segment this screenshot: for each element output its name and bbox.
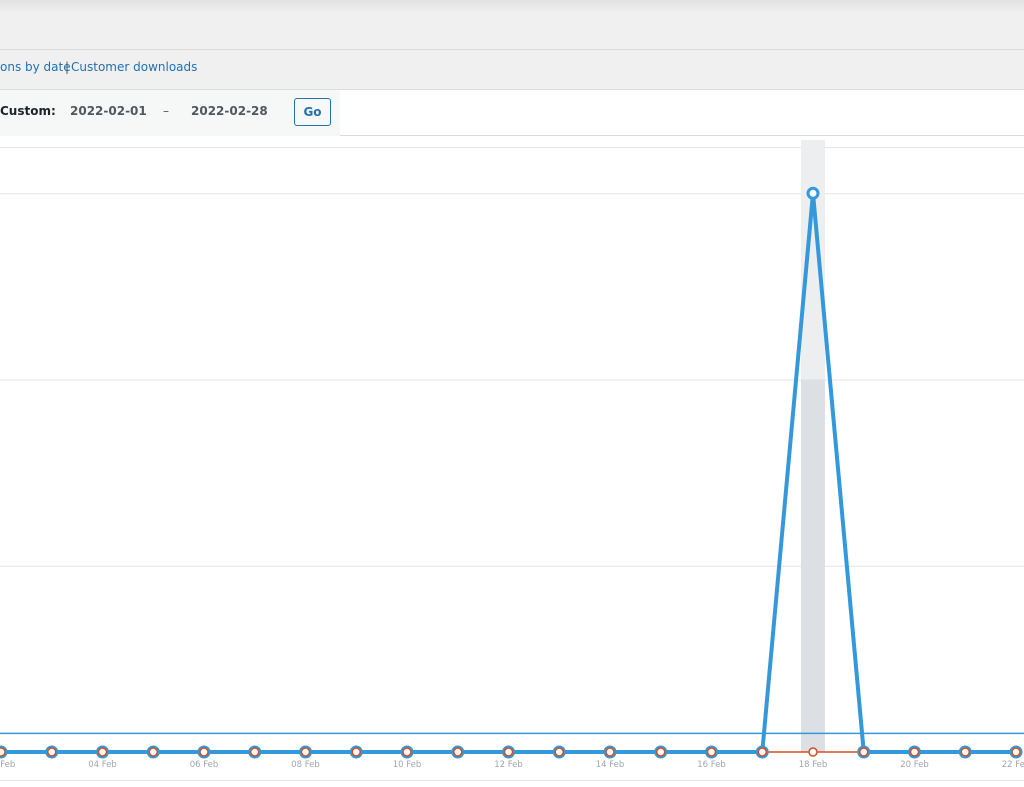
x-tick-label-2: 06 Feb	[190, 760, 219, 770]
point-series-1-7	[351, 747, 361, 757]
report-link-by-date[interactable]: ons by date	[0, 60, 71, 74]
bar-16	[801, 379, 825, 752]
date-range-bar: Custom: – Go	[0, 90, 1024, 136]
point-series-1-14	[706, 747, 717, 757]
point-series-1-12	[605, 747, 615, 757]
top-strip	[0, 0, 1024, 50]
point-series-1-11	[554, 747, 564, 757]
chart-x-ticks: 02 Feb 04 Feb 06 Feb 08 Feb 10 Feb 12 Feb 14 F…	[0, 760, 1024, 770]
custom-range-label: Custom:	[0, 104, 56, 118]
chart-bars	[801, 140, 825, 752]
point-series-1-19	[960, 747, 970, 757]
x-tick-label-5: 12 Feb	[494, 760, 523, 770]
point-series-1-20	[1011, 747, 1021, 757]
point-series-1-0	[0, 747, 6, 757]
point-series-1-4	[199, 747, 209, 757]
point-series-1-5	[250, 747, 260, 757]
x-tick-label-0: 02 Feb	[0, 760, 15, 770]
range-dash: –	[163, 104, 169, 118]
link-separator: |	[65, 60, 70, 74]
chart-points	[0, 186, 1023, 759]
custom-range-box: Custom: – Go	[0, 90, 340, 136]
report-links-bar: ons by date | Customer downloads	[0, 50, 1024, 90]
point-series-1-3	[148, 747, 158, 757]
start-date-input[interactable]	[70, 104, 150, 118]
point-series-1-2	[97, 747, 108, 757]
chart-bottom-rule	[0, 780, 1024, 781]
x-tick-label-10: 22 Feb	[1002, 760, 1024, 770]
x-tick-label-3: 08 Feb	[291, 760, 320, 770]
x-tick-label-6: 14 Feb	[596, 760, 625, 770]
x-tick-label-4: 10 Feb	[393, 760, 422, 770]
point-series-1-17	[859, 747, 869, 757]
sales-chart: 02 Feb 04 Feb 06 Feb 08 Feb 10 Feb 12 Feb 14 F…	[0, 140, 1024, 770]
go-button[interactable]: Go	[294, 98, 331, 126]
x-tick-label-9: 20 Feb	[900, 760, 929, 770]
point-series-1-10	[503, 747, 514, 757]
point-series-1-8	[402, 747, 412, 757]
point-series-1-13	[656, 747, 666, 757]
x-tick-label-1: 04 Feb	[88, 760, 117, 770]
point-series-1-15	[757, 747, 767, 757]
point-series-1-18	[909, 747, 920, 757]
point-series-1-1	[47, 747, 57, 757]
x-tick-label-8: 18 Feb	[799, 760, 828, 770]
point-series-1-6	[300, 747, 311, 757]
point-series-0-16	[806, 186, 820, 200]
point-series-1-16	[808, 747, 818, 757]
x-tick-label-7: 16 Feb	[697, 760, 726, 770]
series-line-0	[1, 193, 1016, 754]
report-link-customer-downloads[interactable]: Customer downloads	[71, 60, 197, 74]
end-date-input[interactable]	[191, 104, 271, 118]
chart-gridlines	[0, 193, 1024, 567]
point-series-1-9	[453, 747, 463, 757]
chart-series-lines	[1, 193, 1016, 754]
